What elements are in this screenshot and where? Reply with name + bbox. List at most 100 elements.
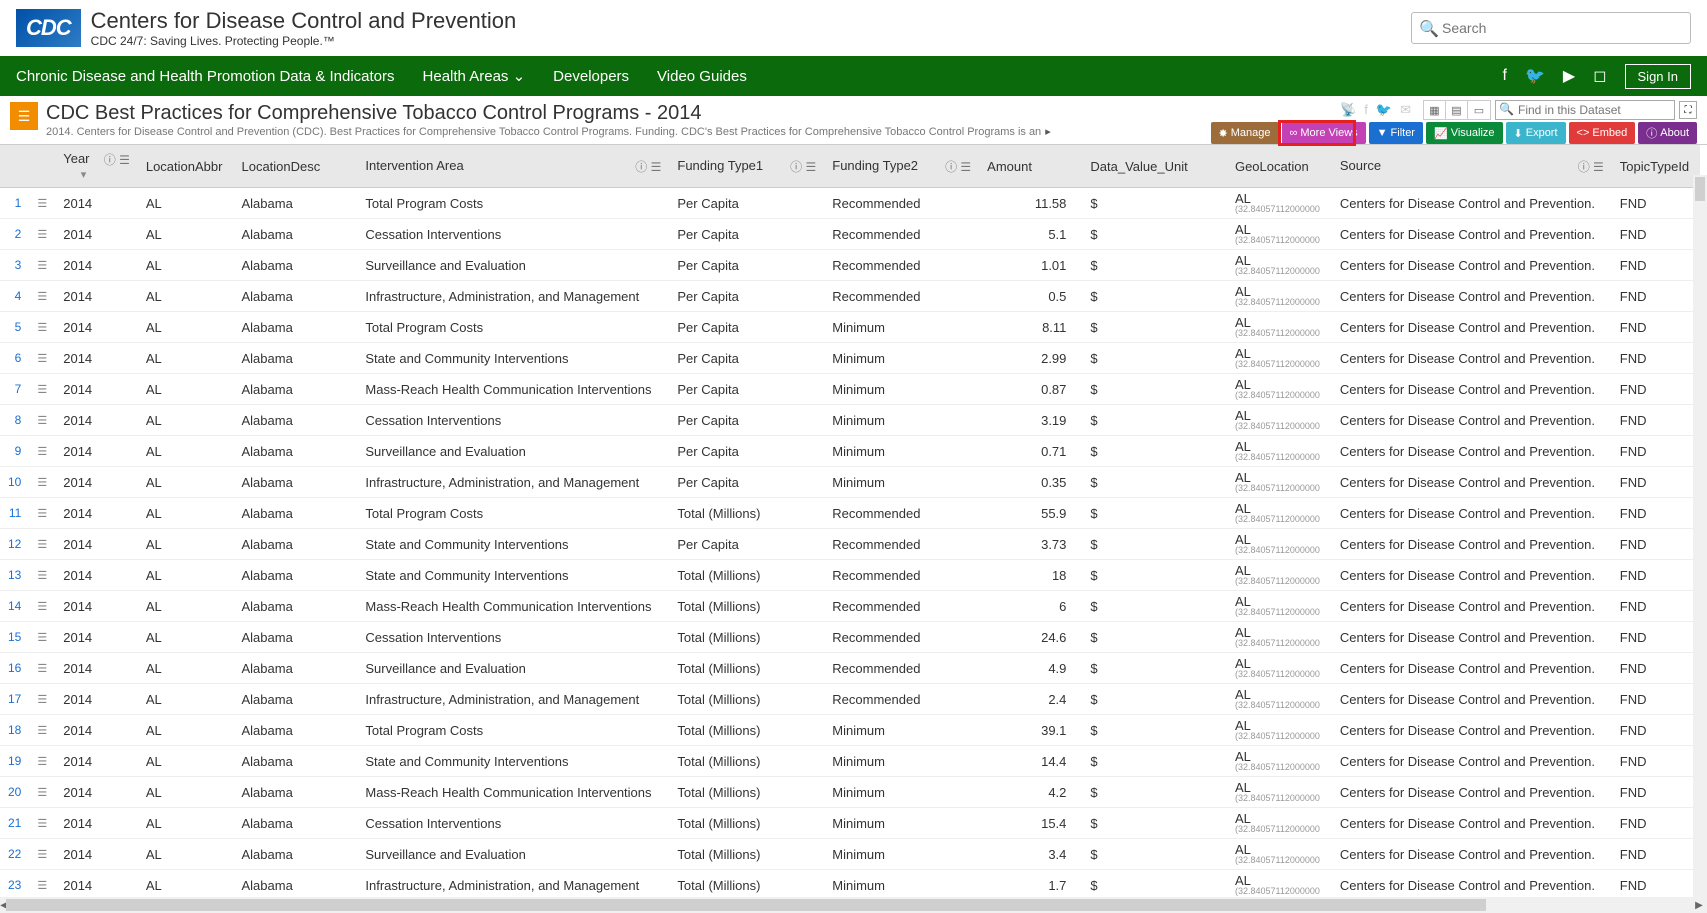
table-row[interactable]: 8 ☰ 2014 AL Alabama Cessation Interventi… xyxy=(0,405,1700,436)
row-number: 14 xyxy=(0,591,29,622)
col-header[interactable]: GeoLocation xyxy=(1227,145,1332,188)
table-row[interactable]: 11 ☰ 2014 AL Alabama Total Program Costs… xyxy=(0,498,1700,529)
row-menu-icon[interactable]: ☰ xyxy=(29,188,55,219)
cell-source: Centers for Disease Control and Preventi… xyxy=(1332,188,1612,219)
table-row[interactable]: 15 ☰ 2014 AL Alabama Cessation Intervent… xyxy=(0,622,1700,653)
row-menu-icon[interactable]: ☰ xyxy=(29,281,55,312)
hscroll-thumb[interactable] xyxy=(6,899,1486,911)
manage-button[interactable]: ✸Manage xyxy=(1211,122,1279,144)
row-menu-icon[interactable]: ☰ xyxy=(29,219,55,250)
row-menu-icon[interactable]: ☰ xyxy=(29,343,55,374)
row-menu-icon[interactable]: ☰ xyxy=(29,312,55,343)
view-mode-buttons: ▦ ▤ ▭ xyxy=(1423,100,1491,120)
cell-geo: AL(32.84057112000000 xyxy=(1227,591,1332,622)
col-header[interactable]: LocationAbbr xyxy=(138,145,234,188)
row-menu-icon[interactable]: ☰ xyxy=(29,684,55,715)
youtube-icon[interactable]: ▶ xyxy=(1563,66,1575,86)
col-header[interactable]: LocationDesc xyxy=(233,145,357,188)
row-menu-icon[interactable]: ☰ xyxy=(29,870,55,901)
row-menu-icon[interactable]: ☰ xyxy=(29,467,55,498)
instagram-icon[interactable]: ◻ xyxy=(1593,66,1606,86)
table-row[interactable]: 17 ☰ 2014 AL Alabama Infrastructure, Adm… xyxy=(0,684,1700,715)
table-row[interactable]: 9 ☰ 2014 AL Alabama Surveillance and Eva… xyxy=(0,436,1700,467)
col-header[interactable]: Funding Type2ⓘ ☰ xyxy=(824,145,979,188)
horizontal-scrollbar[interactable]: ◀ ▶ xyxy=(0,897,1707,913)
cell-source: Centers for Disease Control and Preventi… xyxy=(1332,746,1612,777)
table-row[interactable]: 12 ☰ 2014 AL Alabama State and Community… xyxy=(0,529,1700,560)
fullscreen-button[interactable]: ⛶ xyxy=(1679,101,1697,119)
row-menu-icon[interactable]: ☰ xyxy=(29,250,55,281)
nav-chronic[interactable]: Chronic Disease and Health Promotion Dat… xyxy=(16,68,395,85)
share-mail-icon[interactable]: ✉ xyxy=(1400,102,1411,118)
table-row[interactable]: 1 ☰ 2014 AL Alabama Total Program Costs … xyxy=(0,188,1700,219)
table-row[interactable]: 23 ☰ 2014 AL Alabama Infrastructure, Adm… xyxy=(0,870,1700,901)
col-header[interactable]: Funding Type1ⓘ ☰ xyxy=(669,145,824,188)
nav-developers[interactable]: Developers xyxy=(553,68,629,85)
row-menu-icon[interactable]: ☰ xyxy=(29,746,55,777)
view-mode-2[interactable]: ▤ xyxy=(1446,101,1468,119)
table-row[interactable]: 21 ☰ 2014 AL Alabama Cessation Intervent… xyxy=(0,808,1700,839)
row-menu-icon[interactable]: ☰ xyxy=(29,777,55,808)
table-row[interactable]: 19 ☰ 2014 AL Alabama State and Community… xyxy=(0,746,1700,777)
vertical-scrollbar[interactable] xyxy=(1693,175,1707,897)
view-mode-1[interactable]: ▦ xyxy=(1424,101,1446,119)
sign-in-button[interactable]: Sign In xyxy=(1625,64,1691,89)
table-row[interactable]: 13 ☰ 2014 AL Alabama State and Community… xyxy=(0,560,1700,591)
table-row[interactable]: 14 ☰ 2014 AL Alabama Mass-Reach Health C… xyxy=(0,591,1700,622)
table-row[interactable]: 7 ☰ 2014 AL Alabama Mass-Reach Health Co… xyxy=(0,374,1700,405)
table-row[interactable]: 2 ☰ 2014 AL Alabama Cessation Interventi… xyxy=(0,219,1700,250)
col-header[interactable]: Amount xyxy=(979,145,1082,188)
table-row[interactable]: 22 ☰ 2014 AL Alabama Surveillance and Ev… xyxy=(0,839,1700,870)
row-menu-icon[interactable]: ☰ xyxy=(29,839,55,870)
cell-unit: $ xyxy=(1082,591,1227,622)
embed-button[interactable]: <>Embed xyxy=(1569,122,1636,144)
share-fb-icon[interactable]: f xyxy=(1364,102,1368,118)
table-row[interactable]: 5 ☰ 2014 AL Alabama Total Program Costs … xyxy=(0,312,1700,343)
row-menu-icon[interactable]: ☰ xyxy=(29,498,55,529)
row-menu-icon[interactable]: ☰ xyxy=(29,715,55,746)
col-header[interactable]: TopicTypeId xyxy=(1612,145,1700,188)
cell-year: 2014 xyxy=(55,436,138,467)
row-menu-icon[interactable]: ☰ xyxy=(29,560,55,591)
data-grid-wrapper[interactable]: Yearⓘ ☰LocationAbbrLocationDescIntervent… xyxy=(0,144,1707,912)
table-row[interactable]: 10 ☰ 2014 AL Alabama Infrastructure, Adm… xyxy=(0,467,1700,498)
rss-icon[interactable]: 📡 xyxy=(1340,102,1356,118)
find-input[interactable] xyxy=(1495,100,1675,120)
row-menu-icon[interactable]: ☰ xyxy=(29,591,55,622)
link-icon: ∞ xyxy=(1290,127,1298,139)
row-menu-icon[interactable]: ☰ xyxy=(29,529,55,560)
hscroll-right[interactable]: ▶ xyxy=(1691,897,1707,913)
search-input[interactable] xyxy=(1411,12,1691,44)
vscroll-thumb[interactable] xyxy=(1695,177,1705,201)
nav-health-areas[interactable]: Health Areas ⌄ xyxy=(423,67,526,85)
filter-button[interactable]: ▼Filter xyxy=(1369,122,1423,144)
row-menu-icon[interactable]: ☰ xyxy=(29,436,55,467)
row-menu-icon[interactable]: ☰ xyxy=(29,653,55,684)
table-row[interactable]: 16 ☰ 2014 AL Alabama Surveillance and Ev… xyxy=(0,653,1700,684)
col-header[interactable]: Sourceⓘ ☰ xyxy=(1332,145,1612,188)
export-button[interactable]: ⬇Export xyxy=(1506,122,1566,144)
table-row[interactable]: 20 ☰ 2014 AL Alabama Mass-Reach Health C… xyxy=(0,777,1700,808)
facebook-icon[interactable]: f xyxy=(1503,67,1507,85)
row-menu-icon[interactable]: ☰ xyxy=(29,374,55,405)
col-header[interactable]: Yearⓘ ☰ xyxy=(55,145,138,188)
twitter-icon[interactable]: 🐦 xyxy=(1525,66,1545,86)
cdc-logo[interactable]: CDC Centers for Disease Control and Prev… xyxy=(16,8,516,48)
col-header[interactable]: Data_Value_Unit xyxy=(1082,145,1227,188)
cell-source: Centers for Disease Control and Preventi… xyxy=(1332,684,1612,715)
row-menu-icon[interactable]: ☰ xyxy=(29,405,55,436)
table-row[interactable]: 6 ☰ 2014 AL Alabama State and Community … xyxy=(0,343,1700,374)
table-row[interactable]: 4 ☰ 2014 AL Alabama Infrastructure, Admi… xyxy=(0,281,1700,312)
nav-video-guides[interactable]: Video Guides xyxy=(657,68,747,85)
about-button[interactable]: ⓘAbout xyxy=(1638,122,1697,144)
share-tw-icon[interactable]: 🐦 xyxy=(1376,102,1392,118)
visualize-button[interactable]: 📈Visualize xyxy=(1426,122,1503,144)
expand-desc-icon[interactable]: ▸ xyxy=(1045,126,1051,138)
table-row[interactable]: 3 ☰ 2014 AL Alabama Surveillance and Eva… xyxy=(0,250,1700,281)
col-header[interactable]: Intervention Areaⓘ ☰ xyxy=(357,145,669,188)
more-views-button[interactable]: ∞More Views xyxy=(1282,122,1366,144)
row-menu-icon[interactable]: ☰ xyxy=(29,622,55,653)
table-row[interactable]: 18 ☰ 2014 AL Alabama Total Program Costs… xyxy=(0,715,1700,746)
row-menu-icon[interactable]: ☰ xyxy=(29,808,55,839)
view-mode-3[interactable]: ▭ xyxy=(1468,101,1490,119)
